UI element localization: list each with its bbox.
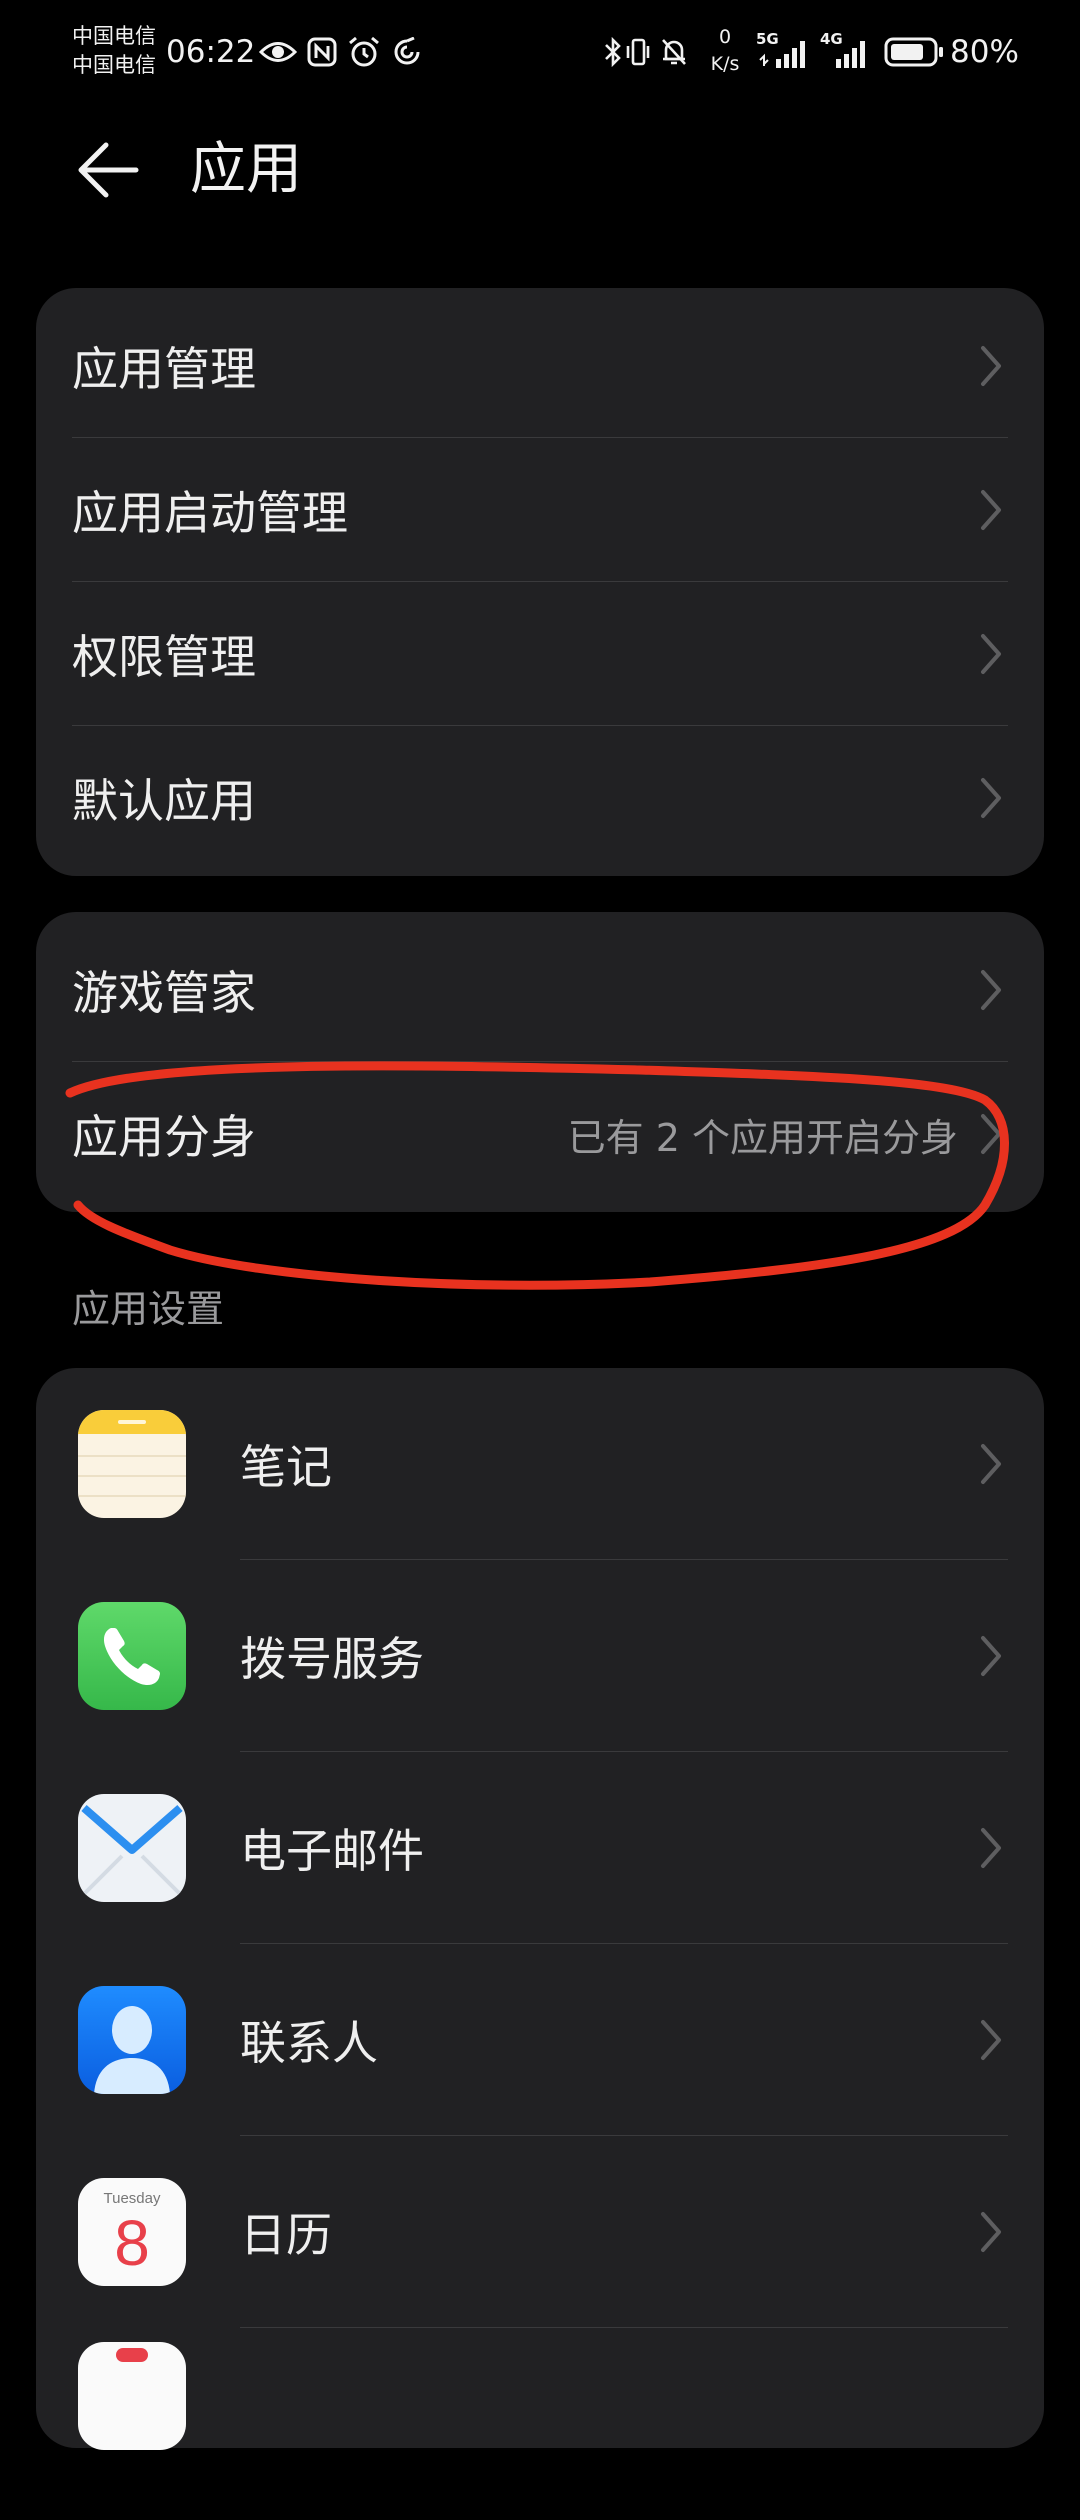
list-item-partial[interactable] (36, 2328, 1044, 2520)
list-item-contacts[interactable]: 联系人 (36, 1944, 1044, 2136)
list-item-label: 拨号服务 (240, 1632, 424, 1686)
calendar-icon: Tuesday 8 (78, 2178, 186, 2286)
games-twin-card: 游戏管家 应用分身 已有 2 个应用开启分身 (36, 912, 1044, 1212)
list-item-game-assistant[interactable]: 游戏管家 (36, 918, 1044, 1062)
network-speed-unit: K/s (710, 53, 740, 75)
network-speed: 0 K/s (705, 24, 745, 78)
chevron-right-icon (981, 490, 1001, 530)
chevron-right-icon (981, 1636, 1001, 1676)
calendar-day: 8 (114, 2207, 150, 2279)
status-time: 06:22 (166, 34, 256, 70)
list-item-app-launch[interactable]: 应用启动管理 (36, 438, 1044, 582)
list-item-permissions[interactable]: 权限管理 (36, 582, 1044, 726)
list-item-default-apps[interactable]: 默认应用 (36, 726, 1044, 870)
page-title: 应用 (190, 137, 302, 202)
sim2-network-type: 4G (820, 30, 843, 48)
eye-icon (258, 30, 298, 74)
app-management-card: 应用管理 应用启动管理 权限管理 默认应用 (36, 288, 1044, 876)
list-item-label: 默认应用 (72, 774, 256, 828)
notes-icon (78, 1410, 186, 1518)
chevron-right-icon (981, 1114, 1001, 1154)
battery-fill (891, 44, 923, 60)
carrier-1: 中国电信 (72, 24, 156, 48)
phone-icon (78, 1602, 186, 1710)
status-bar: 中国电信 中国电信 06:22 0 K/s 5G 4G 80% (0, 0, 1080, 110)
vibrate-icon (624, 30, 652, 74)
bluetooth-icon (602, 30, 624, 74)
network-speed-value: 0 (718, 26, 732, 48)
app-settings-card: 笔记 拨号服务 电子邮件 联系人 Tuesday 8 日历 (36, 1368, 1044, 2450)
chevron-right-icon (981, 2212, 1001, 2252)
chevron-right-icon (981, 1828, 1001, 1868)
app-twin-status: 已有 2 个应用开启分身 (567, 1115, 958, 1160)
chevron-right-icon (981, 346, 1001, 386)
chevron-right-icon (981, 970, 1001, 1010)
list-item-label: 权限管理 (72, 630, 256, 684)
list-item-label: 应用分身 (72, 1110, 256, 1164)
section-title: 应用设置 (72, 1287, 225, 1331)
nfc-icon (306, 30, 338, 74)
sim1-network-type: 5G (756, 30, 779, 48)
chevron-right-icon (981, 2020, 1001, 2060)
battery-percent: 80% (950, 34, 1019, 70)
list-item-calendar[interactable]: Tuesday 8 日历 (36, 2136, 1044, 2328)
contacts-icon (78, 1986, 186, 2094)
list-item-label: 应用管理 (72, 342, 256, 396)
chevron-right-icon (981, 778, 1001, 818)
list-item-label: 笔记 (240, 1440, 332, 1494)
chevron-right-icon (981, 634, 1001, 674)
back-arrow-icon (78, 142, 139, 198)
carrier-labels: 中国电信 中国电信 (72, 22, 156, 80)
carrier-2: 中国电信 (72, 53, 156, 77)
calendar-weekday: Tuesday (103, 2190, 161, 2207)
chevron-right-icon (981, 1444, 1001, 1484)
list-item-app-twin[interactable]: 应用分身 已有 2 个应用开启分身 (36, 1062, 1044, 1206)
app-icon-partial (78, 2342, 186, 2450)
list-item-app-management[interactable]: 应用管理 (36, 294, 1044, 438)
email-icon (78, 1794, 186, 1902)
signal-icon: 5G (756, 30, 812, 74)
signal-icon: 4G (820, 30, 872, 74)
swirl-icon (390, 30, 424, 74)
list-item-email[interactable]: 电子邮件 (36, 1752, 1044, 1944)
list-item-label: 应用启动管理 (72, 486, 348, 540)
list-item-dialer[interactable]: 拨号服务 (36, 1560, 1044, 1752)
list-item-label: 游戏管家 (72, 966, 256, 1020)
list-item-label: 电子邮件 (240, 1824, 424, 1878)
list-item-label: 联系人 (240, 2016, 378, 2070)
mute-bell-icon (658, 30, 690, 74)
list-item-notes[interactable]: 笔记 (36, 1368, 1044, 1560)
battery-icon (884, 30, 944, 74)
alarm-icon (346, 30, 382, 74)
list-item-label: 日历 (240, 2208, 332, 2262)
back-button[interactable] (68, 130, 148, 210)
